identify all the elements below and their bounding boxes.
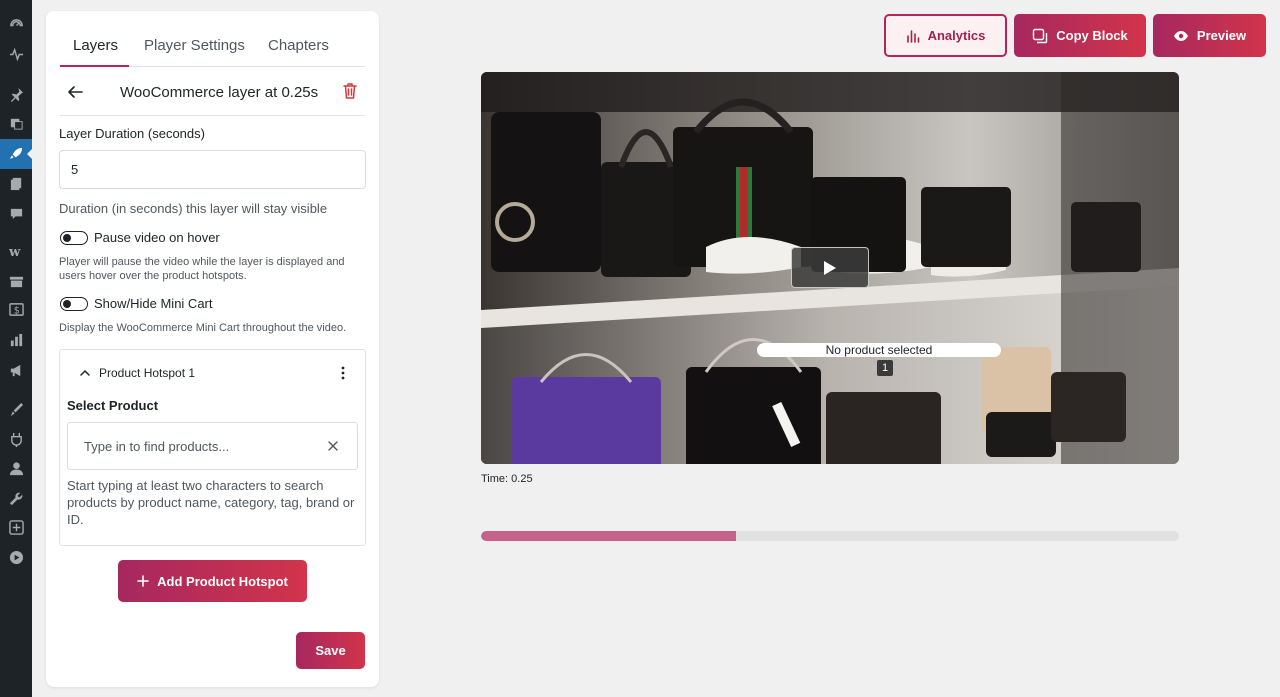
copy-block-label: Copy Block [1056,28,1128,43]
add-product-hotspot-label: Add Product Hotspot [157,573,288,589]
play-button[interactable] [791,247,869,288]
settings-icon[interactable] [6,517,26,537]
layer-settings-panel: Layers Player Settings Chapters WooComme… [46,11,379,687]
pages-icon[interactable] [6,173,26,193]
duration-label: Layer Duration (seconds) [59,126,205,141]
pin-icon[interactable] [6,84,26,104]
comments-icon[interactable] [6,203,26,223]
mini-cart-toggle[interactable] [60,297,88,311]
more-vertical-icon[interactable] [335,364,351,382]
activity-icon[interactable] [6,44,26,64]
copy-block-button[interactable]: Copy Block [1014,14,1146,57]
active-tab-indicator [60,65,129,67]
save-button[interactable]: Save [296,632,365,669]
duration-help: Duration (in seconds) this layer will st… [59,201,328,216]
time-readout: Time: 0.25 [481,473,533,485]
video-progress-bar[interactable] [481,531,1179,541]
hotspot-number-badge[interactable]: 1 [877,360,893,376]
time-value: 0.25 [511,473,533,485]
pause-on-hover-toggle[interactable] [60,231,88,245]
bar-chart-icon [906,29,919,43]
pause-on-hover-label: Pause video on hover [94,230,220,245]
mini-cart-label: Show/Hide Mini Cart [94,296,213,311]
dashboard-icon[interactable] [6,15,26,35]
eye-icon [1173,30,1188,41]
analytics-icon[interactable] [6,330,26,350]
hotspot-title[interactable]: Product Hotspot 1 [99,366,195,380]
panel-tabs: Layers Player Settings Chapters [60,11,365,67]
duration-input[interactable] [59,150,366,189]
plugins-icon[interactable] [6,429,26,449]
pause-on-hover-help-1: Player will pause the video while the la… [59,256,345,268]
marketing-icon[interactable] [6,360,26,380]
product-search-help: Start typing at least two characters to … [67,478,355,527]
users-icon[interactable] [6,458,26,478]
save-label: Save [315,643,346,658]
layer-title: WooCommerce layer at 0.25s [120,84,319,101]
copy-icon [1033,28,1048,43]
tab-chapters[interactable]: Chapters [268,37,329,54]
layer-header: WooCommerce layer at 0.25s [60,69,365,116]
woocommerce-icon[interactable]: w [6,241,26,261]
tab-layers[interactable]: Layers [73,37,118,54]
media-icon[interactable] [6,113,26,133]
product-hotspot-marker[interactable]: No product selected [757,343,1001,357]
payments-icon[interactable]: $ [6,299,26,319]
rocket-icon[interactable] [6,143,26,163]
add-product-hotspot-button[interactable]: Add Product Hotspot [118,560,307,602]
svg-text:w: w [9,245,21,259]
close-icon[interactable] [327,440,339,452]
analytics-button[interactable]: Analytics [884,14,1007,57]
trash-icon[interactable] [342,82,358,100]
tools-icon[interactable] [6,488,26,508]
preview-button[interactable]: Preview [1153,14,1266,57]
mini-cart-help: Display the WooCommerce Mini Cart throug… [59,322,347,334]
product-search-field [67,422,358,470]
wp-admin-sidebar: w $ [0,0,33,697]
preview-label: Preview [1196,28,1247,43]
video-progress-fill [481,531,736,541]
tab-player-settings[interactable]: Player Settings [144,37,245,54]
chevron-up-icon[interactable] [79,367,91,379]
video-player-icon[interactable] [6,547,26,567]
arrow-left-icon[interactable] [66,83,84,101]
video-preview[interactable]: No product selected 1 [481,72,1179,464]
play-icon [824,260,836,275]
product-hotspot-card: Product Hotspot 1 Select Product Start t… [59,349,366,546]
select-product-label: Select Product [67,398,159,413]
pause-on-hover-help-2: users hover over the product hotspots. [59,270,247,282]
product-search-input[interactable] [68,423,318,469]
products-icon[interactable] [6,271,26,291]
plus-icon [137,575,149,587]
time-prefix: Time: [481,473,512,485]
analytics-label: Analytics [927,28,986,43]
appearance-icon[interactable] [6,399,26,419]
svg-text:$: $ [13,305,19,316]
